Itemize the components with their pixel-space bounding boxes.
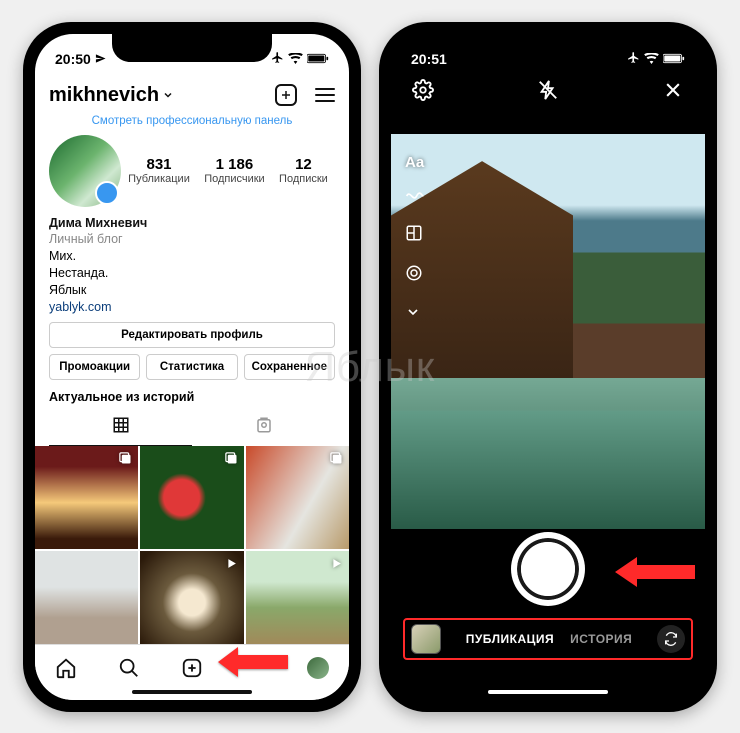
camera-viewfinder — [391, 134, 705, 529]
airplane-icon — [627, 51, 640, 67]
tab-tagged[interactable] — [192, 410, 335, 446]
stat-followers-num: 1 186 — [204, 156, 265, 173]
home-indicator — [488, 690, 608, 694]
bio-link[interactable]: yablyk.com — [49, 299, 335, 316]
multi-capture-tool[interactable] — [405, 264, 425, 286]
battery-icon — [307, 51, 329, 67]
menu-button[interactable] — [315, 84, 335, 106]
home-indicator — [132, 690, 252, 694]
wifi-icon — [644, 51, 659, 67]
nav-home[interactable] — [55, 657, 77, 679]
post-thumbnail[interactable] — [35, 551, 138, 654]
stat-followers[interactable]: 1 186 Подписчики — [204, 156, 265, 185]
nav-create[interactable] — [181, 657, 203, 679]
post-thumbnail[interactable] — [246, 551, 349, 654]
nav-search[interactable] — [118, 657, 140, 679]
close-button[interactable] — [661, 78, 685, 102]
bio-name: Дима Михневич — [49, 215, 335, 232]
layout-tool[interactable] — [405, 224, 425, 246]
more-tools[interactable] — [405, 304, 425, 324]
post-thumbnail[interactable] — [246, 446, 349, 549]
username-dropdown[interactable]: mikhnevich — [49, 84, 174, 107]
tab-grid[interactable] — [49, 410, 192, 446]
statistics-button[interactable]: Статистика — [146, 354, 237, 380]
phone-left: 20:50 mikhnevich — [23, 22, 361, 712]
shutter-button[interactable] — [513, 534, 583, 604]
status-time: 20:51 — [411, 51, 447, 67]
post-thumbnail[interactable] — [140, 446, 243, 549]
viewfinder-scene — [391, 378, 705, 528]
status-time: 20:50 — [55, 51, 91, 67]
saved-button[interactable]: Сохраненное — [244, 354, 335, 380]
carousel-icon — [224, 451, 239, 471]
mode-publication[interactable]: ПУБЛИКАЦИЯ — [466, 632, 554, 646]
post-thumbnail[interactable] — [140, 551, 243, 654]
stat-following-label: Подписки — [279, 173, 328, 185]
bio-line: Мих. — [49, 248, 335, 265]
story-highlights-label: Актуальное из историй — [49, 380, 335, 410]
post-thumbnail[interactable] — [35, 446, 138, 549]
bio-line: Нестанда. — [49, 265, 335, 282]
video-icon — [329, 556, 344, 576]
stat-posts-num: 831 — [128, 156, 190, 173]
stat-followers-label: Подписчики — [204, 173, 265, 185]
stat-following-num: 12 — [279, 156, 328, 173]
bio-category: Личный блог — [49, 231, 335, 248]
gallery-thumbnail[interactable] — [411, 624, 441, 654]
text-tool[interactable]: Aa — [405, 154, 425, 171]
video-icon — [224, 556, 239, 576]
edit-profile-button[interactable]: Редактировать профиль — [49, 322, 335, 348]
annotation-arrow — [615, 557, 695, 592]
mode-story[interactable]: ИСТОРИЯ — [570, 632, 632, 646]
notch — [112, 34, 272, 62]
annotation-arrow — [218, 647, 288, 682]
carousel-icon — [329, 451, 344, 471]
flash-off-button[interactable] — [536, 78, 560, 102]
mode-selector: ПУБЛИКАЦИЯ ИСТОРИЯ — [403, 618, 693, 660]
bio-line: Яблык — [49, 282, 335, 299]
professional-dashboard-link[interactable]: Смотреть профессиональную панель — [49, 113, 335, 135]
bio-block: Дима Михневич Личный блог Мих. Нестанда.… — [49, 207, 335, 322]
chevron-down-icon — [162, 84, 174, 107]
nav-profile[interactable] — [307, 657, 329, 679]
stat-posts[interactable]: 831 Публикации — [128, 156, 190, 185]
story-tools: Aa — [405, 154, 425, 324]
username-text: mikhnevich — [49, 84, 159, 107]
switch-camera-button[interactable] — [657, 625, 685, 653]
boomerang-tool[interactable] — [405, 189, 425, 206]
airplane-icon — [271, 51, 284, 67]
phone-right: 20:51 Aa ПУ — [379, 22, 717, 712]
battery-icon — [663, 51, 685, 67]
avatar[interactable] — [49, 135, 121, 207]
location-icon — [95, 51, 106, 67]
create-button[interactable] — [275, 84, 297, 106]
settings-button[interactable] — [411, 78, 435, 102]
wifi-icon — [288, 51, 303, 67]
carousel-icon — [118, 451, 133, 471]
stat-posts-label: Публикации — [128, 173, 190, 185]
promo-button[interactable]: Промоакции — [49, 354, 140, 380]
posts-grid — [35, 446, 349, 655]
notch — [468, 34, 628, 62]
stat-following[interactable]: 12 Подписки — [279, 156, 328, 185]
